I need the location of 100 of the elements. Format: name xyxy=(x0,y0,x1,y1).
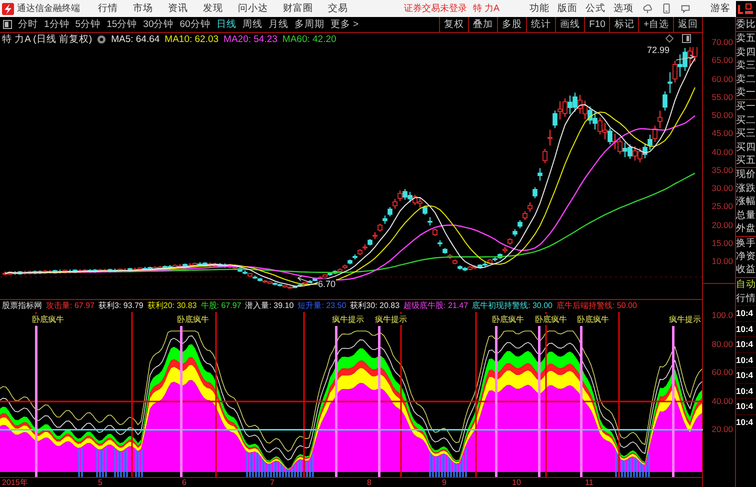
quote-label: 卖五 xyxy=(736,32,756,46)
quote-label: 买四 xyxy=(736,140,756,154)
period-tab[interactable]: 月线 xyxy=(268,18,288,31)
indicator-axis-label: 80.00 xyxy=(710,338,734,350)
indicator-axis-label: 40.00 xyxy=(710,394,734,406)
trade-time: 10:4 xyxy=(736,382,756,398)
period-tab[interactable]: 30分钟 xyxy=(143,18,174,31)
tool-button[interactable]: 统计 xyxy=(526,17,556,32)
price-axis-label: 25.00 xyxy=(710,200,734,212)
phone-icon[interactable] xyxy=(660,3,672,14)
menu-item[interactable]: 资讯 xyxy=(168,2,188,15)
trade-time: 10:4 xyxy=(736,305,756,321)
period-tab[interactable]: 周线 xyxy=(242,18,262,31)
signal-label: 疯牛提示 xyxy=(331,314,365,325)
price-axis-label: 15.00 xyxy=(710,236,734,249)
period-tab[interactable]: 1分钟 xyxy=(44,18,70,31)
tool-button[interactable]: 画线 xyxy=(555,17,584,32)
axis-label: 9 xyxy=(442,478,446,487)
chart-title: 特 力A (日线 前复权) xyxy=(2,33,92,46)
indicator-axis-label: 100.0 xyxy=(710,309,734,321)
panel-toggle-icon[interactable] xyxy=(3,20,12,29)
tool-button[interactable]: 叠加 xyxy=(468,17,498,32)
period-tab[interactable]: 5分钟 xyxy=(75,18,101,31)
menu-item[interactable]: 版面 xyxy=(558,2,578,15)
quote-label: 卖三 xyxy=(736,59,756,73)
signal-label: 卧底疯牛 xyxy=(491,314,525,325)
price-axis-label: 30.00 xyxy=(710,182,734,194)
indicator-value: 获利3: 93.79 xyxy=(98,300,144,312)
trade-time: 10:4 xyxy=(736,414,756,430)
window-icon[interactable] xyxy=(682,34,691,43)
menu-item[interactable]: 市场 xyxy=(133,2,153,15)
menu-item[interactable]: 发现 xyxy=(203,2,223,15)
menu-item[interactable]: 交易 xyxy=(328,2,348,15)
axis-label: 11 xyxy=(585,478,594,487)
market-tab[interactable]: 行情 xyxy=(736,292,756,306)
tool-button[interactable]: 复权 xyxy=(439,17,468,32)
quote-label: 买五 xyxy=(736,154,756,168)
quote-label: 卖一 xyxy=(736,86,756,100)
leader-line xyxy=(676,54,695,60)
low-price-label: 6.70 xyxy=(318,278,336,289)
period-tab[interactable]: 15分钟 xyxy=(106,18,138,31)
settings-icon[interactable] xyxy=(97,35,106,44)
quote-label: 净资 xyxy=(736,250,756,264)
period-tab[interactable]: 更多 > xyxy=(330,18,359,31)
menu-item[interactable]: 选项 xyxy=(614,2,634,15)
indicator-value: 潜入量: 39.10 xyxy=(245,300,294,312)
trade-time: 10:4 xyxy=(736,367,756,383)
price-axis-label: 65.00 xyxy=(710,54,734,66)
leader-line xyxy=(297,275,312,284)
signal-label: 卧底疯牛 xyxy=(31,314,65,325)
quote-label: 买一 xyxy=(736,100,756,114)
price-axis-label: 70.00 xyxy=(710,36,734,48)
moving-average-value: MA60: 42.20 xyxy=(282,34,336,46)
indicator-value: 底牛初现持警线: 30.00 xyxy=(472,300,552,312)
tool-button[interactable]: 标记 xyxy=(609,17,638,32)
axis-label: 8 xyxy=(367,478,372,487)
tool-button[interactable]: 返回 xyxy=(673,17,702,32)
price-axis-label: 40.00 xyxy=(710,146,734,158)
quote-label: 收益 xyxy=(736,263,756,277)
period-tab[interactable]: 多周期 xyxy=(294,18,324,31)
indicator-value: 短升量: 23.50 xyxy=(298,300,346,312)
period-tab[interactable]: 分时 xyxy=(18,18,38,31)
stock-name: 特 力A xyxy=(473,2,500,15)
high-price-label: 72.99 xyxy=(647,44,670,55)
user-name[interactable]: 游客 xyxy=(710,2,731,15)
message-icon[interactable] xyxy=(680,3,691,14)
trade-time: 10:4 xyxy=(736,320,756,336)
auto-mode-tab[interactable]: 自动 xyxy=(736,278,756,292)
quote-label: 买二 xyxy=(736,114,756,128)
axis-label: 5 xyxy=(98,478,102,487)
tool-button[interactable]: F10 xyxy=(584,17,610,32)
axis-label: 6 xyxy=(182,478,186,487)
menu-item[interactable]: 公式 xyxy=(586,2,606,15)
indicator-axis-label: 20.00 xyxy=(710,423,734,435)
indicator-value: 超级底牛股: 21.47 xyxy=(404,300,468,312)
signal-label: 卧底疯牛 xyxy=(534,314,568,325)
period-tab[interactable]: 日线 xyxy=(216,18,236,31)
indicator-value: 获利20: 30.83 xyxy=(147,300,197,312)
menu-item[interactable]: 行情 xyxy=(98,2,118,15)
quote-label: 涨幅 xyxy=(736,195,756,209)
menu-item[interactable]: 功能 xyxy=(530,2,550,15)
quote-label: 涨跌 xyxy=(736,182,756,196)
diamond-icon[interactable] xyxy=(665,34,674,43)
tool-button[interactable]: 多股 xyxy=(497,17,526,32)
quote-label: 现价 xyxy=(736,168,756,182)
menu-item[interactable]: 财富圈 xyxy=(283,2,313,15)
indicator-name[interactable]: 股票指标网 xyxy=(2,300,42,312)
tool-button[interactable]: +自选 xyxy=(638,17,673,32)
quote-label: 买三 xyxy=(736,127,756,141)
price-axis-label: 45.00 xyxy=(710,127,734,140)
menu-item[interactable]: 问小达 xyxy=(238,2,268,15)
cloud-icon[interactable] xyxy=(642,3,653,14)
login-status[interactable]: 证券交易未登录 xyxy=(404,2,467,15)
layout-toggle-icon[interactable] xyxy=(736,2,754,16)
signal-label: 疯牛提示 xyxy=(668,314,702,325)
quote-label: 委比 xyxy=(736,18,756,32)
quote-label: 总量 xyxy=(736,208,756,222)
indicator-value: 获利30: 20.83 xyxy=(350,300,400,312)
quote-label: 外盘 xyxy=(736,222,756,236)
period-tab[interactable]: 60分钟 xyxy=(180,18,210,31)
